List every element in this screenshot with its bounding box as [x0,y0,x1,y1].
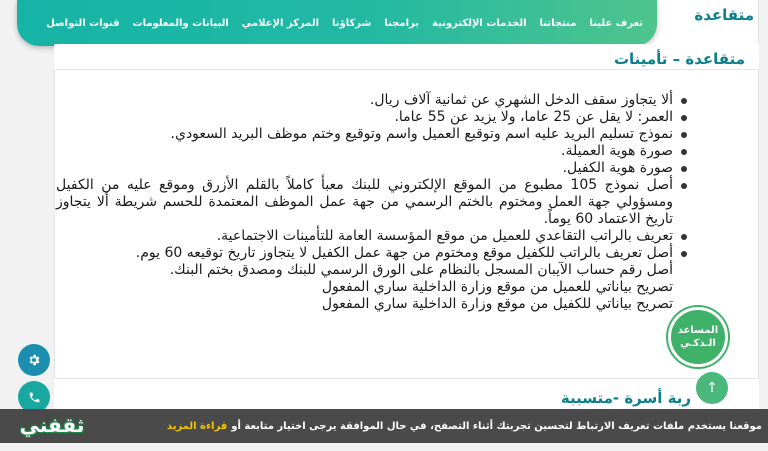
next-section-title[interactable]: ربة أسرة -متسببة [561,389,691,407]
list-item: تصريح بياناتي للكفيل من موقع وزارة الداخ… [321,296,673,312]
nav-e-services[interactable]: الخدمات الإلكترونية [432,18,527,29]
gear-icon [29,354,40,366]
cookie-text: موقعنا يستخدم ملفات تعريف الارتباط لتحسي… [231,420,762,432]
nav-programs[interactable]: برامجنا [384,18,419,29]
scroll-top-button[interactable]: ↑ [696,372,728,404]
nav-data-info[interactable]: البيانات والمعلومات [133,18,229,29]
section-header: متقاعدة – تأمينات [54,44,759,70]
nav-about[interactable]: تعرف علينا [589,18,643,29]
section-title: متقاعدة – تأمينات [613,50,745,68]
cookie-read-more-link[interactable]: قراءة المزيد [167,421,227,432]
cookie-banner: موقعنا يستخدم ملفات تعريف الارتباط لتحسي… [0,409,768,443]
list-item: ألا يتجاوز سقف الدخل الشهري عن ثمانية آل… [56,92,691,109]
requirements-list: ألا يتجاوز سقف الدخل الشهري عن ثمانية آل… [56,92,691,313]
list-item: أصل تعريف بالراتب للكفيل موقع ومختوم من … [56,245,691,262]
site-logo: ثقفني [2,405,102,449]
list-item: أصل رقم حساب الآيبان المسجل بالنظام على … [169,262,673,278]
list-item: صورة هوية العميلة. [56,143,691,160]
logo-text: ثقفني [19,413,85,437]
settings-button[interactable] [18,344,50,376]
arrow-up-icon: ↑ [706,380,718,396]
nav-products[interactable]: منتجاتنا [540,18,577,29]
assistant-label-1: المساعد [677,325,719,336]
phone-icon [29,392,39,402]
list-item: نموذج تسليم البريد عليه اسم وتوقيع العمي… [56,126,691,143]
list-item: أصل نموذج 105 مطبوع من الموقع الإلكتروني… [56,177,691,228]
list-item: العمر: لا يقل عن 25 عاما، ولا يزيد عن 55… [56,109,691,126]
list-item: تصريح بياناتي للعميل من موقع وزارة الداخ… [321,279,673,295]
list-item: تعريف بالراتب التقاعدي للعميل من موقع ال… [56,228,691,245]
main-navbar: تعرف علينا منتجاتنا الخدمات الإلكترونية … [17,0,657,46]
nav-contact-channels[interactable]: قنوات التواصل [46,18,119,29]
list-item: صورة هوية الكفيل. [56,160,691,177]
nav-media-center[interactable]: المركز الإعلامي [242,18,319,29]
smart-assistant-button[interactable]: المساعد الـذكـي [668,307,728,367]
nav-partners[interactable]: شركاؤنا [332,18,371,29]
behind-section-title: متقاعدة [694,6,754,24]
assistant-label-2: الـذكـي [680,338,716,349]
